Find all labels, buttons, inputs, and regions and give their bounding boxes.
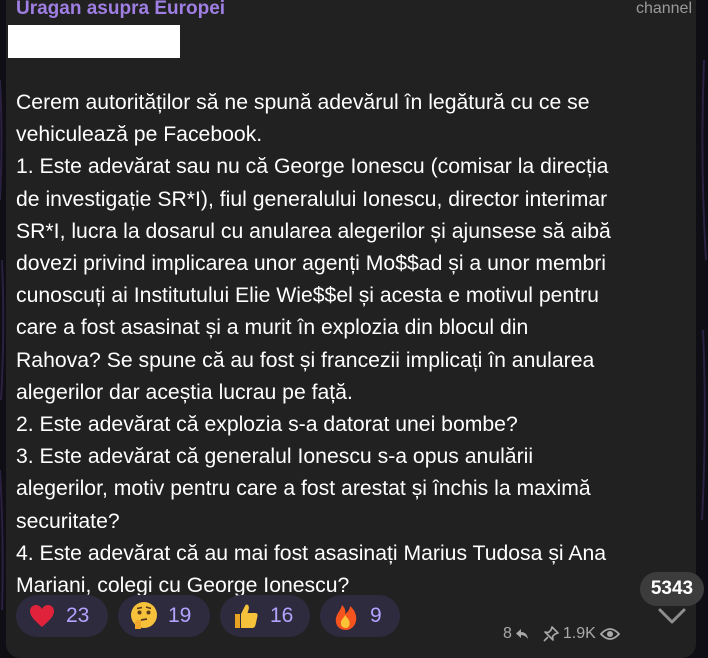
message-line: 4. Este adevărat că au mai fost asasinaț… — [16, 541, 607, 565]
reaction-count: 16 — [270, 604, 294, 627]
message-line: alegerilor dar aceștia lucrau pe față. — [16, 380, 353, 404]
pin-icon — [543, 626, 559, 642]
message-line: cunoscuți ai Institutului Elie Wie$$el ș… — [16, 284, 599, 308]
message-line: securitate? — [16, 509, 120, 533]
message-line: de investigație SR*I), fiul generalului … — [16, 187, 608, 211]
reaction-fire[interactable]: 9 — [320, 595, 400, 637]
red-heart-icon — [26, 600, 58, 632]
post-meta: 8 1.9K — [503, 624, 620, 644]
message-line: 2. Este adevărat că explozia s-a datorat… — [16, 413, 518, 437]
message-line: dovezi privind implicarea unor agenți Mo… — [16, 252, 607, 276]
reaction-count: 23 — [66, 604, 90, 627]
scroll-down-button[interactable] — [650, 600, 694, 636]
reply-arrow-icon — [515, 628, 529, 640]
views-count: 1.9K — [562, 625, 596, 642]
reaction-count: 9 — [370, 604, 382, 627]
message-line: 3. Este adevărat că generalul Ionescu s-… — [16, 445, 534, 469]
message-line: care a fost asasinat și a murit în explo… — [16, 316, 529, 340]
message-line: Rahova? Se spune că au fost și francezii… — [16, 348, 595, 372]
replies-count: 8 — [503, 625, 512, 642]
message-line: alegerilor, motiv pentru care a fost are… — [16, 477, 591, 501]
channel-name[interactable]: Uragan asupra Europei — [16, 0, 225, 20]
reaction-thumbs-up[interactable]: 16 — [220, 595, 310, 637]
channel-tag: channel — [635, 0, 692, 17]
redacted-block — [8, 25, 180, 58]
message-line: vehiculează pe Facebook. — [16, 123, 263, 147]
message-line: 1. Este adevărat sau nu că George Ionesc… — [16, 155, 609, 179]
message-line: Cerem autorităților să ne spună adevărul… — [16, 91, 590, 114]
reaction-count: 19 — [168, 604, 192, 627]
reaction-thinking[interactable]: 19 — [118, 595, 210, 637]
fire-icon — [330, 600, 362, 632]
chevron-down-icon — [657, 606, 687, 631]
eye-icon — [599, 627, 620, 641]
thumbs-up-icon — [230, 600, 262, 632]
message-text: Cerem autorităților să ne spună adevărul… — [16, 87, 696, 602]
message-line: SR*I, lucra la dosarul cu anularea alege… — [16, 219, 611, 243]
reaction-heart[interactable]: 23 — [16, 595, 108, 637]
thinking-face-icon — [128, 600, 160, 632]
